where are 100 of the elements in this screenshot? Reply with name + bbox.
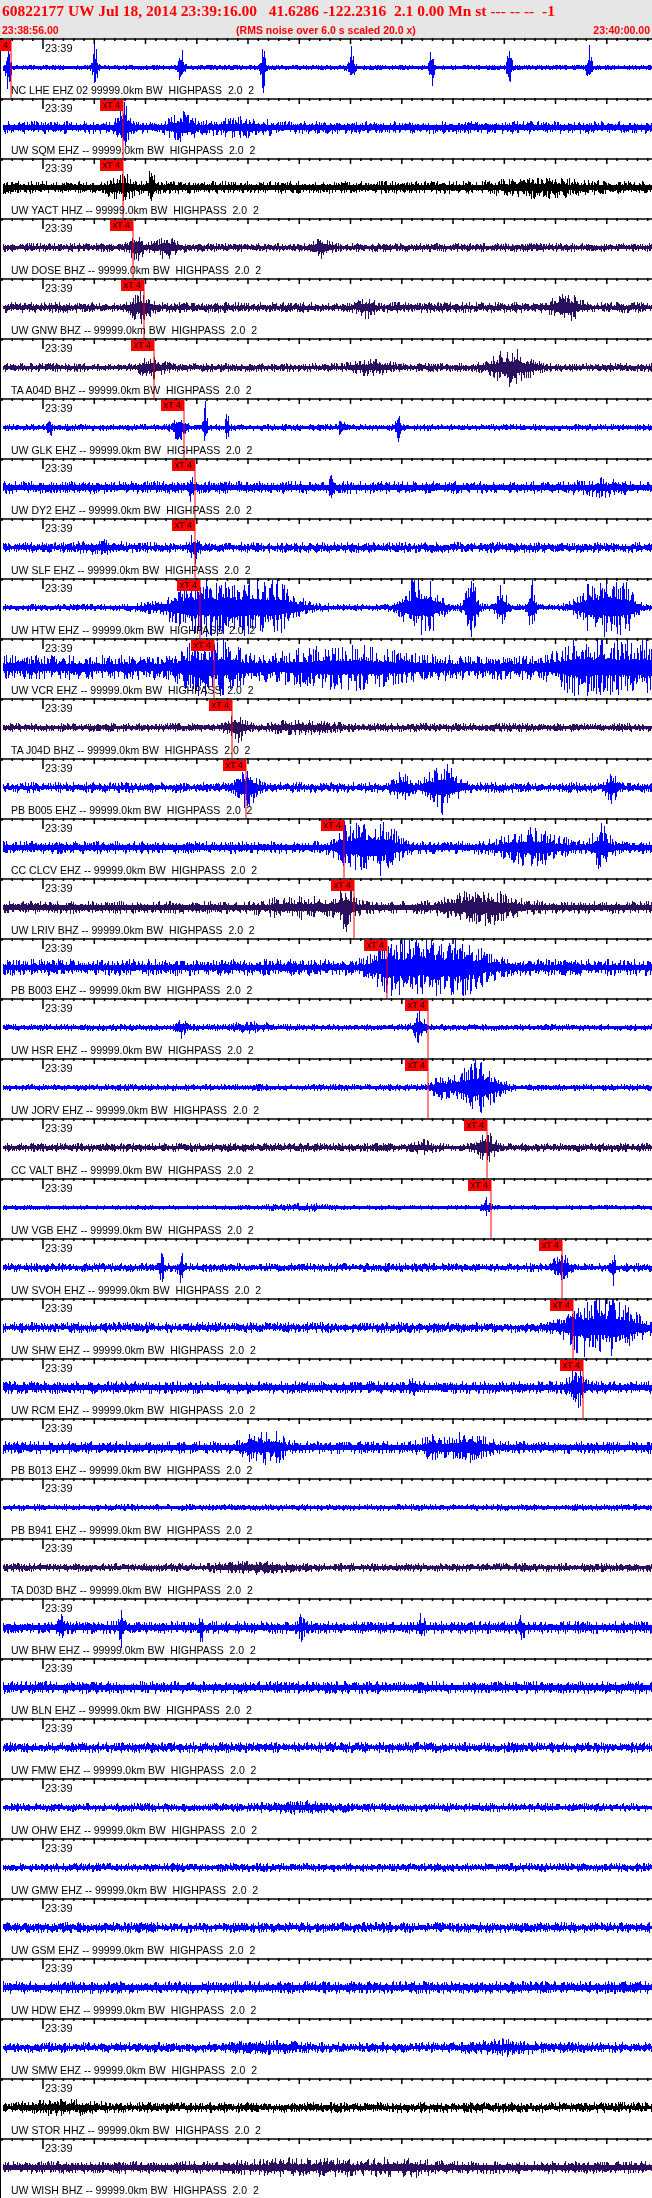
station-label: PB B003 EHZ -- 99999.0km BW HIGHPASS 2.0 2 <box>11 984 253 996</box>
station-label: UW SMW EHZ -- 99999.0km BW HIGHPASS 2.0 2 <box>11 2064 258 2076</box>
pick-label: xT 4 <box>176 580 200 591</box>
station-label: UW GMW EHZ -- 99999.0km BW HIGHPASS 2.0 2 <box>11 1884 259 1896</box>
pick-label: xT 4 <box>559 1360 583 1371</box>
time-label: 23:39 <box>45 1002 73 1014</box>
pick-line <box>231 699 233 758</box>
pick-label: xT 4 <box>404 1000 428 1011</box>
time-label: 23:39 <box>45 1182 73 1194</box>
station-label: CC VALT BHZ -- 99999.0km BW HIGHPASS 2.0 2 <box>11 1164 254 1176</box>
pick-line <box>486 1119 488 1178</box>
station-label: UW JORV EHZ -- 99999.0km BW HIGHPASS 2.0 2 <box>11 1104 260 1116</box>
time-label: 23:39 <box>45 1302 73 1314</box>
station-label: UW DY2 EHZ -- 99999.0km BW HIGHPASS 2.0 2 <box>11 504 252 516</box>
station-label: UW STOR HHZ -- 99999.0km BW HIGHPASS 2.0 2 <box>11 2124 261 2136</box>
time-label: 23:39 <box>45 282 73 294</box>
station-label: UW SHW EHZ -- 99999.0km BW HIGHPASS 2.0 2 <box>11 1344 256 1356</box>
pick-line <box>490 1179 492 1238</box>
time-label: 23:39 <box>45 1062 73 1074</box>
time-label: 23:39 <box>45 1962 73 1974</box>
pick-line <box>10 39 12 98</box>
time-label: 23:39 <box>45 462 73 474</box>
pick-label: xT 4 <box>463 1120 487 1131</box>
pick-label: xT 4 <box>404 1060 428 1071</box>
pick-label: xT 4 <box>99 100 123 111</box>
pick-line <box>572 1299 574 1358</box>
pick-line <box>582 1359 584 1418</box>
station-label: UW WISH BHZ -- 99999.0km BW HIGHPASS 2.0 2 <box>11 2184 259 2196</box>
time-label: 23:39 <box>45 702 73 714</box>
time-label: 23:39 <box>45 42 73 54</box>
station-label: UW FMW EHZ -- 99999.0km BW HIGHPASS 2.0 2 <box>11 1764 257 1776</box>
pick-label: xT 4 <box>320 820 344 831</box>
end-time: 23:40:00.00 <box>593 24 650 37</box>
time-label: 23:39 <box>45 522 73 534</box>
pick-label: xT 4 <box>171 520 195 531</box>
time-label: 23:39 <box>45 402 73 414</box>
station-label: UW GSM EHZ -- 99999.0km BW HIGHPASS 2.0 2 <box>11 1944 256 1956</box>
station-label: UW GLK EHZ -- 99999.0km BW HIGHPASS 2.0 2 <box>11 444 253 456</box>
time-label: 23:39 <box>45 1902 73 1914</box>
time-label: 23:39 <box>45 642 73 654</box>
time-label: 23:39 <box>45 222 73 234</box>
time-label: 23:39 <box>45 1542 73 1554</box>
station-label: UW VGB EHZ -- 99999.0km BW HIGHPASS 2.0 2 <box>11 1224 254 1236</box>
station-label: PB B005 EHZ -- 99999.0km BW HIGHPASS 2.0 2 <box>11 804 253 816</box>
station-label: UW RCM EHZ -- 99999.0km BW HIGHPASS 2.0 2 <box>11 1404 256 1416</box>
station-label: UW DOSE BHZ -- 99999.0km BW HIGHPASS 2.0 2 <box>11 264 262 276</box>
station-label: TA D03D BHZ -- 99999.0km BW HIGHPASS 2.0 2 <box>11 1584 253 1596</box>
pick-line <box>153 339 155 398</box>
time-label: 23:39 <box>45 582 73 594</box>
pick-line <box>245 759 247 818</box>
noise-note: (RMS noise over 6.0 s scaled 20.0 x) <box>236 24 416 37</box>
pick-line <box>132 219 134 278</box>
time-label: 23:39 <box>45 1482 73 1494</box>
time-label: 23:39 <box>45 1242 73 1254</box>
pick-label: xT 4 <box>120 280 144 291</box>
time-label: 23:39 <box>45 1662 73 1674</box>
time-label: 23:39 <box>45 1122 73 1134</box>
time-label: 23:39 <box>45 822 73 834</box>
time-label: 23:39 <box>45 1362 73 1374</box>
pick-line <box>561 1239 563 1298</box>
time-label: 23:39 <box>45 2142 73 2154</box>
pick-label: xT 4 <box>208 700 232 711</box>
station-label: UW BLN EHZ -- 99999.0km BW HIGHPASS 2.0 2 <box>11 1704 252 1716</box>
pick-label: xT 4 <box>160 400 184 411</box>
station-label: TA A04D BHZ -- 99999.0km BW HIGHPASS 2.0 2 <box>11 384 252 396</box>
station-label: UW HDW EHZ -- 99999.0km BW HIGHPASS 2.0 2 <box>11 2004 257 2016</box>
pick-line <box>343 819 345 878</box>
pick-label: xT 4 <box>467 1180 491 1191</box>
start-time: 23:38:56.00 <box>2 24 59 37</box>
pick-label: xT 4 <box>171 460 195 471</box>
time-label: 23:39 <box>45 762 73 774</box>
pick-line <box>353 879 355 938</box>
pick-label: xT 4 <box>109 220 133 231</box>
time-label: 23:39 <box>45 2022 73 2034</box>
station-label: UW BHW EHZ -- 99999.0km BW HIGHPASS 2.0 2 <box>11 1644 256 1656</box>
station-label: PB B941 EHZ -- 99999.0km BW HIGHPASS 2.0 2 <box>11 1524 253 1536</box>
time-label: 23:39 <box>45 102 73 114</box>
pick-line <box>213 639 215 698</box>
station-label: UW GNW BHZ -- 99999.0km BW HIGHPASS 2.0 2 <box>11 324 258 336</box>
station-label: PB B013 EHZ -- 99999.0km BW HIGHPASS 2.0 2 <box>11 1464 253 1476</box>
pick-label: xT 4 <box>330 880 354 891</box>
station-label: UW SQM EHZ -- 99999.0km BW HIGHPASS 2.0 2 <box>11 144 256 156</box>
time-label: 23:39 <box>45 942 73 954</box>
station-label: UW SVOH EHZ -- 99999.0km BW HIGHPASS 2.0 2 <box>11 1284 262 1296</box>
station-label: UW LRIV BHZ -- 99999.0km BW HIGHPASS 2.0 2 <box>11 924 255 936</box>
pick-label: xT 4 <box>222 760 246 771</box>
pick-line <box>143 279 145 338</box>
time-label: 23:39 <box>45 2082 73 2094</box>
pick-label: 4 <box>0 40 11 51</box>
pick-line <box>199 579 201 638</box>
time-label: 23:39 <box>45 882 73 894</box>
time-label: 23:39 <box>45 1602 73 1614</box>
station-label: UW SLF EHZ -- 99999.0km BW HIGHPASS 2.0 2 <box>11 564 251 576</box>
pick-line <box>386 939 388 998</box>
pick-label: xT 4 <box>538 1240 562 1251</box>
pick-line <box>183 399 185 458</box>
time-label: 23:39 <box>45 1722 73 1734</box>
station-label: UW OHW EHZ -- 99999.0km BW HIGHPASS 2.0 2 <box>11 1824 258 1836</box>
station-label: TA J04D BHZ -- 99999.0km BW HIGHPASS 2.0 2 <box>11 744 251 756</box>
station-label: UW YACT HHZ -- 99999.0km BW HIGHPASS 2.0 2 <box>11 204 259 216</box>
